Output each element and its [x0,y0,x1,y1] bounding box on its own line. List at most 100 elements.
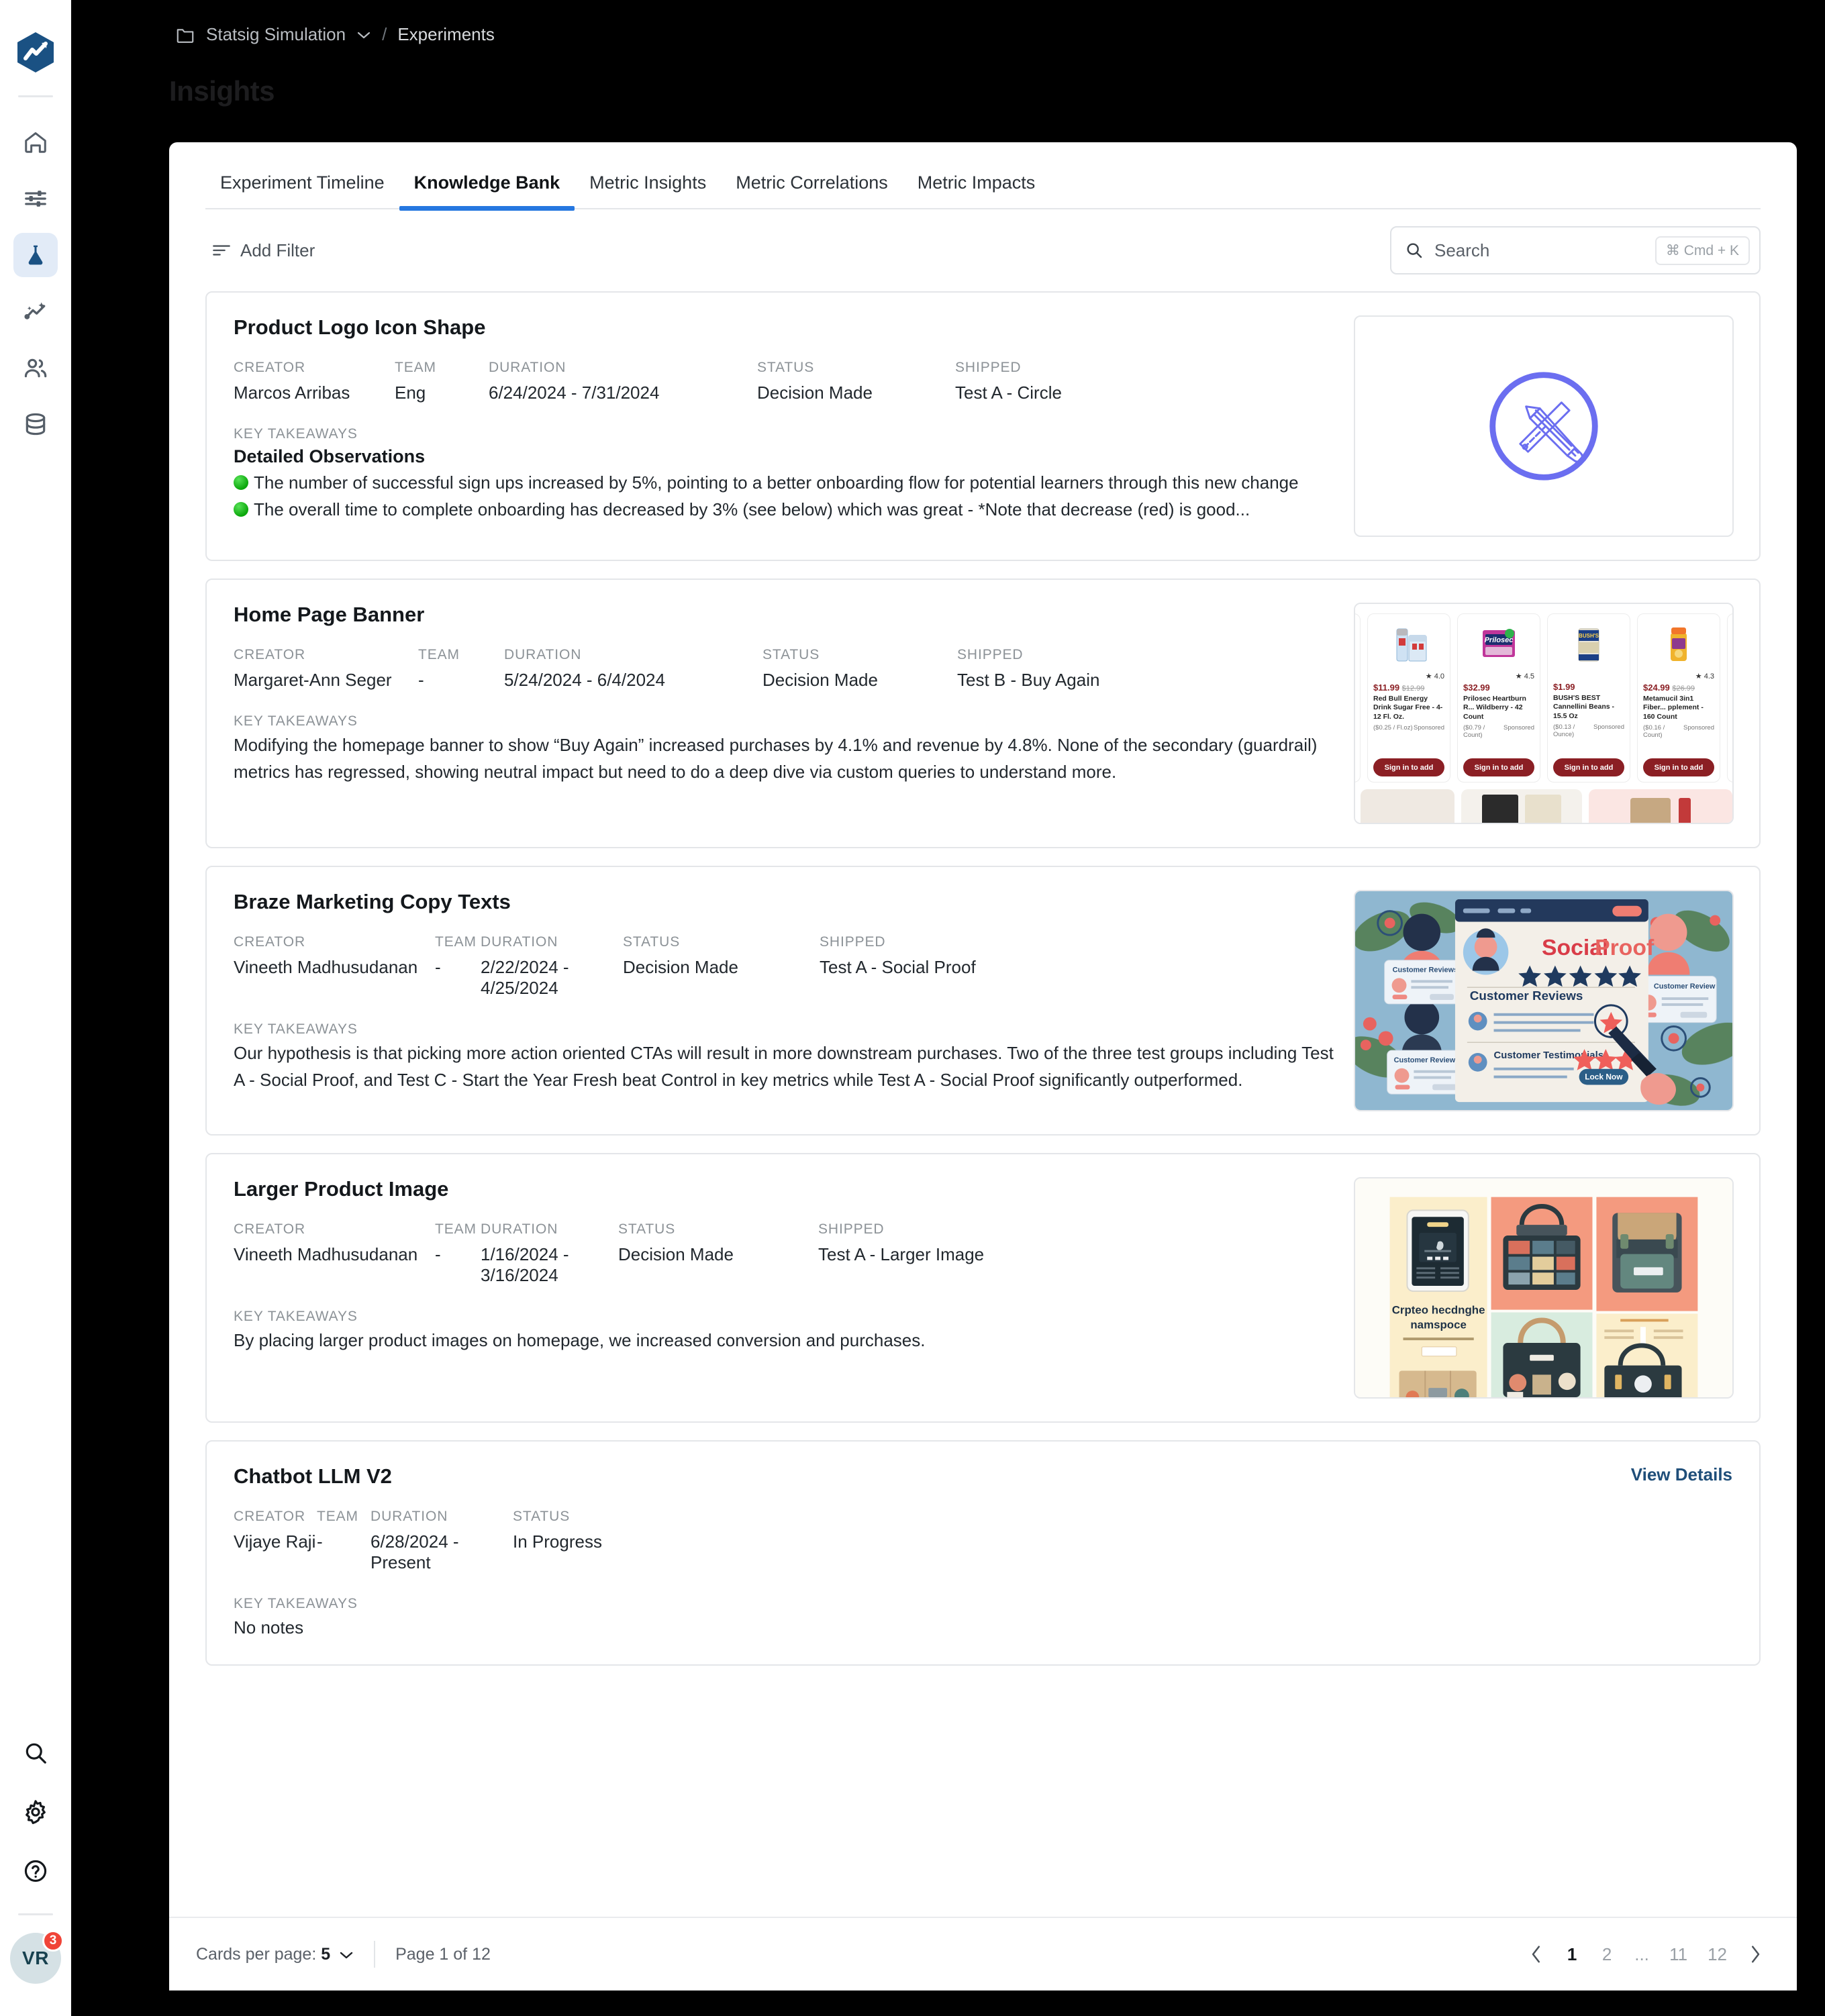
gear-icon[interactable] [13,1790,58,1834]
meta-label-shipped: SHIPPED [818,1221,984,1238]
knowledge-card[interactable]: Home Page Banner CREATOR Margaret-Ann Se… [205,578,1761,848]
key-takeaways-label: KEY TAKEAWAYS [234,1596,1734,1612]
pagination-footer: Cards per page: 5 Page 1 of 12 1 2 ... 1… [169,1917,1797,1990]
product-name: Prilosec Heartburn R... Wildberry - 42 C… [1463,695,1534,721]
takeaway-text: By placing larger product images on home… [234,1327,1340,1354]
sidebar-item-home[interactable] [13,120,58,164]
meta-label-duration: DURATION [504,647,762,663]
meta-team: TEAM Eng [395,360,489,403]
card-thumbnail[interactable]: Customer Reviews Customer Reviews [1354,890,1734,1111]
card-title: Home Page Banner [234,603,1340,627]
takeaway-text: Our hypothesis is that picking more acti… [234,1040,1340,1093]
page-title: Insights [169,75,275,107]
chevron-left-icon[interactable] [1520,1937,1552,1972]
meta-duration: DURATION 1/16/2024 - 3/16/2024 [481,1221,618,1286]
cards-per-page-selector[interactable]: Cards per page: 5 [196,1945,354,1964]
takeaway-bullet: The number of successful sign ups increa… [234,470,1340,497]
view-details-link[interactable]: View Details [1631,1464,1732,1485]
filter-bar: Add Filter Search ⌘ Cmd + K [205,209,1761,291]
meta-creator: CREATOR Vineeth Madhusudanan [234,934,435,999]
card-meta: CREATOR Vijaye Raji TEAM - DURATION 6/28… [234,1509,1734,1573]
question-circle-icon[interactable] [13,1849,58,1893]
knowledge-card[interactable]: Larger Product Image CREATOR Vineeth Mad… [205,1153,1761,1423]
search-shortcut-hint: ⌘ Cmd + K [1655,236,1750,265]
tab-experiment-timeline[interactable]: Experiment Timeline [205,172,399,208]
meta-label-creator: CREATOR [234,1221,435,1238]
key-takeaways-label: KEY TAKEAWAYS [234,1021,1340,1038]
card-thumbnail[interactable]: ★ 4.0 $11.99 $12.99 Red Bull Energy Drin… [1354,603,1734,824]
search-input[interactable]: Search ⌘ Cmd + K [1390,226,1761,274]
meta-label-team: TEAM [395,360,489,376]
product-subtext: ($0.25 / Fl.oz)Sponsored [1373,724,1444,732]
card-thumbnail[interactable] [1354,315,1734,537]
avatar-notification-badge[interactable]: 3 [42,1930,64,1952]
meta-value-team: Eng [395,383,489,403]
key-takeaways-label: KEY TAKEAWAYS [234,426,1340,442]
meta-value-duration: 1/16/2024 - 3/16/2024 [481,1244,618,1286]
product-card [1355,613,1361,783]
tab-knowledge-bank[interactable]: Knowledge Bank [399,172,575,208]
breadcrumb-current[interactable]: Experiments [397,24,495,45]
takeaway-text: Modifying the homepage banner to show “B… [234,732,1340,785]
page-button-12[interactable]: 12 [1699,1937,1735,1972]
chevron-right-icon[interactable] [1739,1937,1771,1972]
product-add-button[interactable]: Sign in to add [1643,758,1714,776]
product-image: BUSH'S [1553,619,1624,672]
rail-divider-top [18,95,53,97]
meta-creator: CREATOR Margaret-Ann Seger [234,647,418,691]
card-thumbnail[interactable]: Crpteo hecdnghe namspoce [1354,1177,1734,1399]
tab-metric-impacts[interactable]: Metric Impacts [903,172,1050,208]
svg-text:Customer Reviews: Customer Reviews [1394,1056,1460,1064]
meta-value-shipped: Test A - Circle [955,383,1062,403]
chevron-down-icon[interactable] [335,1945,354,1964]
svg-text:Lock Now: Lock Now [1585,1072,1623,1082]
breadcrumb-project[interactable]: Statsig Simulation [206,24,346,45]
chevron-down-icon[interactable] [356,30,371,40]
takeaway-bullet-text: The overall time to complete onboarding … [254,499,1250,519]
meta-label-duration: DURATION [371,1509,513,1525]
sidebar-item-feature-gates[interactable] [13,177,58,221]
meta-value-creator: Vineeth Madhusudanan [234,1244,435,1265]
knowledge-card[interactable]: Product Logo Icon Shape CREATOR Marcos A… [205,291,1761,561]
takeaway-bullets: The number of successful sign ups increa… [234,470,1340,523]
takeaway-heading: Detailed Observations [234,446,1340,467]
ecommerce-product-grid-illustration: ★ 4.0 $11.99 $12.99 Red Bull Energy Drin… [1355,604,1732,823]
meta-value-status: Decision Made [623,957,820,978]
sidebar-item-data[interactable] [13,402,58,446]
meta-label-status: STATUS [623,934,820,950]
banner-tile [1589,789,1732,823]
sidebar-item-users[interactable] [13,346,58,390]
knowledge-card[interactable]: Braze Marketing Copy Texts CREATOR Vinee… [205,866,1761,1136]
page-button-11[interactable]: 11 [1661,1937,1695,1972]
meta-value-status: Decision Made [757,383,955,403]
meta-status: STATUS Decision Made [623,934,820,999]
knowledge-card[interactable]: Chatbot LLM V2 CREATOR Vijaye Raji TEAM … [205,1440,1761,1666]
meta-status: STATUS Decision Made [762,647,957,691]
add-filter-button[interactable]: Add Filter [205,240,315,261]
meta-value-team: - [435,957,481,978]
meta-value-creator: Margaret-Ann Seger [234,670,418,691]
meta-duration: DURATION 6/28/2024 - Present [371,1509,513,1573]
product-add-button[interactable]: Sign in to add [1463,758,1534,776]
avatar[interactable]: VR 3 [10,1933,61,1984]
sidebar-item-metrics[interactable] [13,289,58,334]
search-icon[interactable] [13,1731,58,1775]
product-price: $1.99 [1553,682,1624,692]
statsig-logo-icon[interactable] [15,32,56,72]
product-add-button[interactable]: Sign in to add [1373,758,1444,776]
product-image [1643,619,1714,672]
sidebar-item-experiments[interactable] [13,233,58,277]
product-image: Prilosec [1463,619,1534,672]
product-name: Red Bull Energy Drink Sugar Free - 4-12 … [1373,695,1444,721]
card-meta: CREATOR Vineeth Madhusudanan TEAM - DURA… [234,1221,1340,1286]
svg-text:Proof: Proof [1595,936,1655,960]
page-button-1[interactable]: 1 [1557,1937,1587,1972]
tab-metric-correlations[interactable]: Metric Correlations [721,172,903,208]
meta-value-shipped: Test B - Buy Again [957,670,1099,691]
meta-shipped: SHIPPED Test A - Larger Image [818,1221,984,1286]
page-button-2[interactable]: 2 [1591,1937,1622,1972]
meta-value-team: - [435,1244,481,1265]
product-add-button[interactable]: Sign in to add [1553,758,1624,776]
tab-metric-insights[interactable]: Metric Insights [575,172,721,208]
card-meta: CREATOR Marcos Arribas TEAM Eng DURATION… [234,360,1340,403]
